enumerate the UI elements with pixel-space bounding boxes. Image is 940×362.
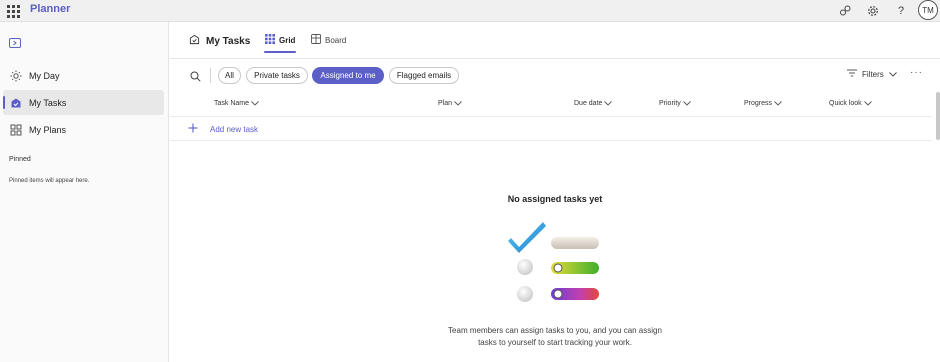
grid-view-icon — [265, 34, 275, 46]
app-name[interactable]: Planner — [30, 3, 70, 15]
sidebar-item-my-day[interactable]: My Day — [3, 63, 164, 88]
active-tab-indicator — [264, 51, 296, 53]
tasks-outline-icon — [189, 34, 200, 48]
empty-state-description: Team members can assign tasks to you, an… — [170, 325, 940, 349]
search-icon[interactable] — [190, 69, 202, 82]
add-new-task-label: Add new task — [210, 124, 259, 134]
page-header: My Tasks Grid Board — [170, 22, 940, 59]
chevron-down-icon — [888, 70, 897, 79]
settings-icon[interactable] — [864, 2, 882, 20]
column-label: Priority — [659, 100, 681, 107]
filter-pill-all[interactable]: All — [218, 67, 241, 84]
pinned-heading: Pinned — [9, 156, 31, 163]
sidebar-item-label: My Day — [29, 70, 60, 81]
column-header-quick-look[interactable]: Quick look — [829, 100, 872, 107]
page-title-text: My Tasks — [206, 35, 251, 47]
chevron-down-icon — [604, 101, 613, 106]
empty-state-line-2: tasks to yourself to start tracking your… — [478, 338, 632, 347]
sidebar-item-label: My Plans — [29, 124, 67, 135]
column-label: Progress — [744, 100, 773, 107]
column-header-priority[interactable]: Priority — [659, 100, 691, 107]
column-label: Plan — [438, 100, 453, 107]
sidebar-item-label: My Tasks — [29, 97, 67, 108]
empty-state-title: No assigned tasks yet — [507, 194, 603, 204]
tasks-icon — [3, 97, 29, 109]
filter-pill-assigned-to-me[interactable]: Assigned to me — [312, 67, 384, 84]
filter-icon — [847, 69, 857, 79]
column-label: Task Name — [214, 100, 250, 107]
empty-state-line-1: Team members can assign tasks to you, an… — [448, 326, 662, 335]
sidebar-item-my-plans[interactable]: My Plans — [3, 117, 164, 142]
column-header-due-date[interactable]: Due date — [574, 100, 613, 107]
tab-grid[interactable]: Grid — [265, 34, 295, 46]
filter-pill-private-tasks[interactable]: Private tasks — [246, 67, 308, 84]
sidebar-item-my-tasks[interactable]: My Tasks — [3, 90, 164, 115]
empty-tasks-illustration — [505, 220, 605, 308]
chevron-down-icon — [454, 101, 462, 106]
plus-icon — [188, 123, 198, 135]
sun-icon — [3, 70, 29, 82]
chevron-down-icon — [774, 101, 782, 106]
help-icon[interactable]: ? — [892, 2, 910, 20]
filter-bar: All Private tasks Assigned to me Flagged… — [170, 59, 940, 92]
divider — [210, 68, 211, 83]
row-divider — [170, 116, 932, 117]
top-bar: Planner ? TM — [0, 0, 940, 22]
column-label: Due date — [574, 100, 603, 107]
sidebar: My Day My Tasks My Plans Pinned Pinned i… — [0, 22, 169, 362]
vertical-scrollbar[interactable] — [936, 92, 940, 140]
tab-label: Board — [325, 35, 347, 45]
pinned-empty-text: Pinned items will appear here. — [9, 178, 90, 184]
grid-icon — [3, 124, 29, 136]
column-header-progress[interactable]: Progress — [744, 100, 782, 107]
chevron-down-icon — [251, 101, 259, 106]
column-header-task-name[interactable]: Task Name — [214, 100, 259, 107]
page-title: My Tasks — [189, 34, 250, 48]
chevron-down-icon — [682, 101, 691, 106]
tab-board[interactable]: Board — [311, 34, 346, 46]
add-new-task-button[interactable]: Add new task — [188, 123, 258, 135]
collapse-sidebar-icon[interactable] — [9, 35, 23, 48]
column-header-plan[interactable]: Plan — [438, 100, 462, 107]
waffle-icon[interactable] — [6, 4, 20, 18]
filters-button[interactable]: Filters — [847, 69, 897, 79]
board-view-icon — [311, 34, 321, 46]
share-icon[interactable] — [836, 2, 854, 20]
tab-label: Grid — [279, 35, 296, 45]
more-options-icon[interactable]: ··· — [910, 67, 923, 78]
column-label: Quick look — [829, 100, 862, 107]
filters-label: Filters — [862, 69, 884, 79]
avatar[interactable]: TM — [918, 0, 938, 20]
row-divider — [170, 140, 932, 141]
filter-pill-flagged-emails[interactable]: Flagged emails — [389, 67, 459, 84]
chevron-down-icon — [863, 101, 872, 106]
